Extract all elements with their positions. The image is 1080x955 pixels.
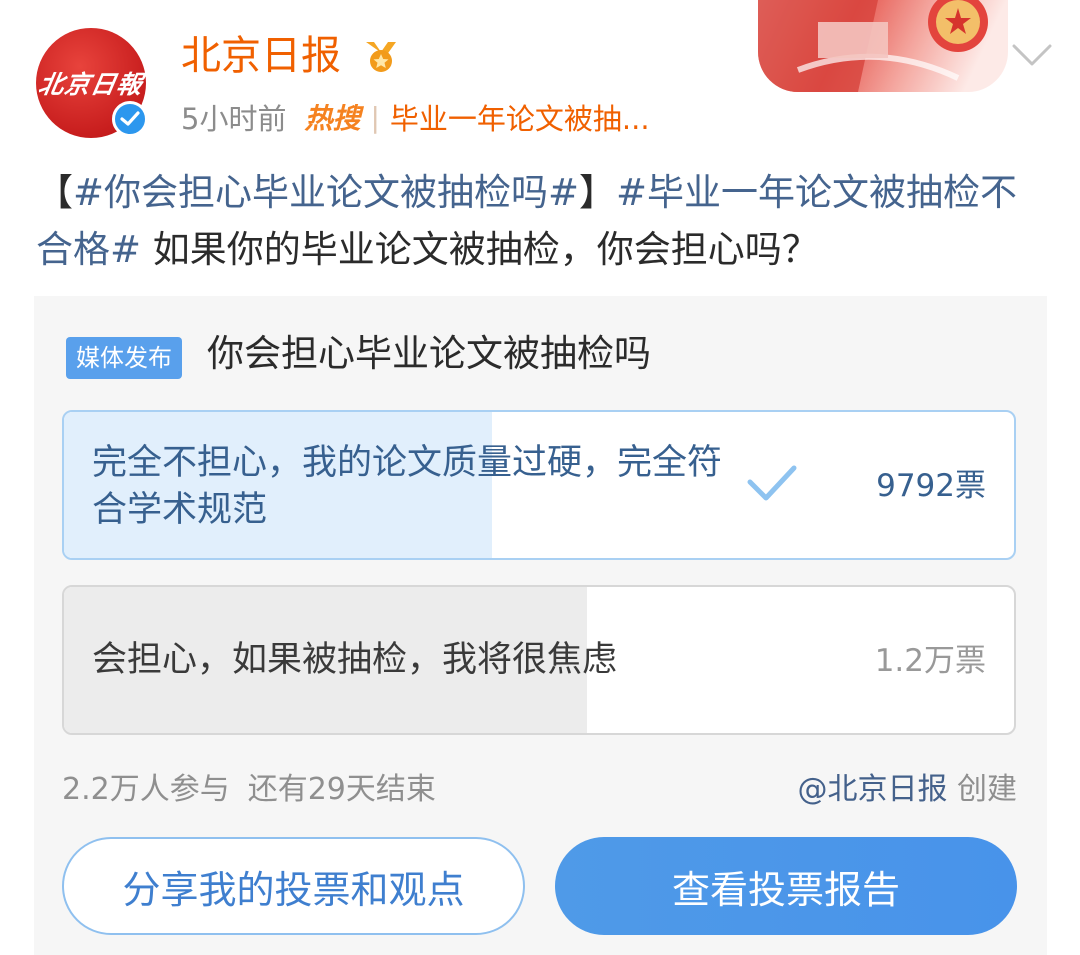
avatar-logo-text: 北京日報 [36,70,146,99]
vote-count: 9792票 [876,468,986,504]
account-name[interactable]: 北京日报 [181,30,341,82]
topic-tag-link[interactable]: #你会担心毕业论文被抽检吗# [73,171,579,214]
poll-creator: @北京日报 创建 [797,770,1017,810]
vote-count: 1.2万票 [874,643,986,679]
creator-link[interactable]: @北京日报 [797,772,947,807]
poll-option[interactable]: 会担心，如果被抽检，我将很焦虑 1.2万票 [62,585,1016,735]
chevron-down-icon[interactable] [1010,40,1054,70]
post-content: 【#你会担心毕业论文被抽检吗#】#毕业一年论文被抽检不合格# 如果你的毕业论文被… [36,164,1046,278]
poll-option[interactable]: 完全不担心，我的论文质量过硬，完全符合学术规范 9792票 [62,410,1016,560]
post-meta: 5小时前 热搜 | 毕业一年论文被抽... [181,97,650,137]
poll-option-text: 完全不担心，我的论文质量过硬，完全符合学术规范 [92,443,723,530]
share-vote-button[interactable]: 分享我的投票和观点 [62,837,525,935]
poll-title: 你会担心毕业论文被抽检吗 [207,332,651,375]
verified-icon [112,101,148,137]
hot-search-label[interactable]: 热搜 [304,97,360,137]
poll-option-text: 会担心，如果被抽检，我将很焦虑 [92,640,618,680]
header-banner-image [758,0,1008,92]
time-remaining: 还有29天结束 [247,772,436,807]
view-report-button[interactable]: 查看投票报告 [555,837,1017,935]
post-text: 如果你的毕业论文被抽检，你会担心吗？ [141,228,819,271]
media-badge: 媒体发布 [66,337,182,379]
poll-card: 媒体发布 你会担心毕业论文被抽检吗 完全不担心，我的论文质量过硬，完全符合学术规… [34,296,1047,955]
medal-icon [360,38,402,76]
hot-topic-link[interactable]: 毕业一年论文被抽... [390,96,650,138]
meta-separator: | [370,100,380,134]
bracket-open: 【 [36,171,73,214]
post-time: 5小时前 [181,102,287,136]
participant-count: 2.2万人参与 [62,772,230,807]
poll-stats: 2.2万人参与 还有29天结束 [62,770,436,810]
checkmark-icon [746,464,798,504]
creator-suffix: 创建 [957,772,1017,807]
bracket-close: 】 [579,171,617,214]
